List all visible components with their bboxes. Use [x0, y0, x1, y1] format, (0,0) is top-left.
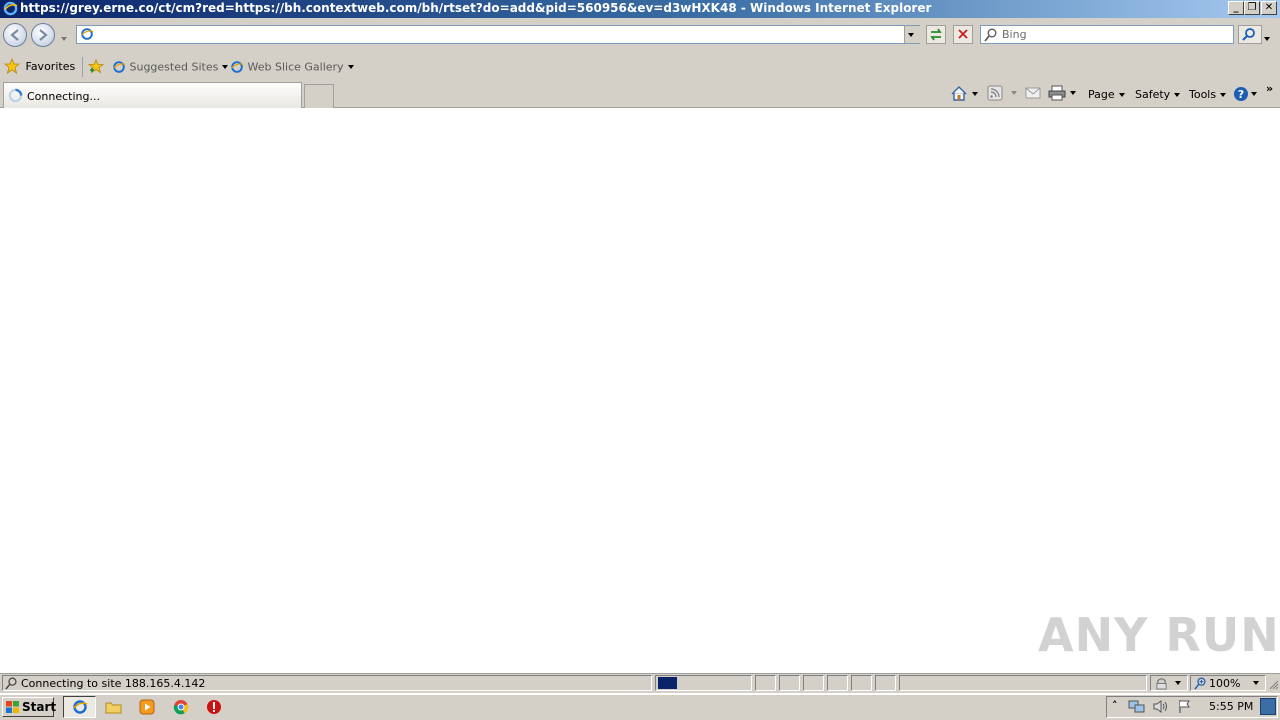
- media-player-icon[interactable]: [139, 699, 155, 715]
- safety-menu-label: Safety: [1135, 88, 1171, 101]
- tab-label: Connecting...: [27, 90, 100, 103]
- ie-page-icon: [81, 28, 94, 40]
- read-mail-button[interactable]: [1025, 86, 1041, 103]
- zoom-level: 100%: [1209, 677, 1241, 690]
- chrome-icon[interactable]: [173, 699, 189, 715]
- refresh-icon: [930, 28, 942, 41]
- stop-button[interactable]: [953, 25, 973, 44]
- zoom-control[interactable]: 100%: [1190, 675, 1266, 691]
- tools-menu[interactable]: Tools: [1189, 88, 1227, 101]
- favorites-star-icon: [3, 57, 21, 74]
- ie-page-icon: [231, 61, 244, 73]
- print-button[interactable]: [1048, 85, 1076, 101]
- favorites-divider: [82, 57, 83, 77]
- printer-icon: [1048, 85, 1066, 101]
- search-placeholder: Bing: [1002, 28, 1027, 41]
- address-bar[interactable]: [76, 25, 920, 44]
- address-dropdown-button[interactable]: [904, 26, 920, 43]
- suggested-sites-link[interactable]: Suggested Sites: [112, 60, 229, 74]
- action-center-flag-icon[interactable]: [1177, 699, 1192, 714]
- taskbar-ie-button[interactable]: [63, 696, 96, 718]
- search-button[interactable]: [1238, 25, 1262, 44]
- history-dropdown-arrow[interactable]: [61, 32, 67, 45]
- protected-mode-icon: [1156, 678, 1167, 690]
- address-input[interactable]: [97, 27, 897, 41]
- page-content: [0, 108, 1280, 672]
- chevron-more-icon[interactable]: »: [1266, 82, 1273, 95]
- status-panel: [755, 675, 776, 691]
- show-desktop-button[interactable]: [1260, 698, 1276, 715]
- page-menu-label: Page: [1088, 88, 1115, 101]
- status-panel: [899, 675, 1147, 691]
- antivirus-alert-icon[interactable]: [206, 699, 222, 715]
- safety-menu[interactable]: Safety: [1135, 88, 1181, 101]
- start-label: Start: [22, 700, 57, 714]
- progress-fill: [658, 677, 677, 689]
- new-tab-button[interactable]: [304, 84, 334, 108]
- zoom-icon: [1194, 677, 1206, 690]
- start-button[interactable]: Start: [2, 697, 57, 717]
- help-menu[interactable]: ?: [1233, 86, 1257, 102]
- back-button[interactable]: [3, 23, 27, 47]
- minimize-button[interactable]: _: [1228, 1, 1244, 15]
- web-slice-gallery-label: Web Slice Gallery: [247, 60, 344, 74]
- home-button[interactable]: [950, 85, 978, 102]
- show-hidden-icons-icon[interactable]: ˄: [1112, 699, 1118, 712]
- search-magnifier-icon: [984, 28, 997, 42]
- status-panel: [779, 675, 800, 691]
- file-explorer-icon[interactable]: [105, 699, 122, 715]
- window-title: https://grey.erne.co/ct/cm?red=https://b…: [20, 1, 932, 15]
- home-icon: [951, 86, 967, 101]
- status-panel: [875, 675, 896, 691]
- resize-grip-icon[interactable]: [1268, 679, 1279, 690]
- add-to-favorites-icon[interactable]: [88, 58, 105, 74]
- back-arrow-icon: [10, 29, 19, 41]
- status-text-panel: Connecting to site 188.165.4.142: [2, 675, 652, 691]
- mail-icon: [1025, 87, 1041, 99]
- network-icon[interactable]: [1128, 699, 1145, 714]
- forward-arrow-icon: [39, 29, 48, 41]
- status-text: Connecting to site 188.165.4.142: [21, 677, 206, 690]
- close-button[interactable]: ✕: [1261, 1, 1277, 15]
- tab-connecting[interactable]: Connecting...: [3, 82, 302, 108]
- refresh-button[interactable]: [926, 25, 946, 44]
- favorites-button[interactable]: Favorites: [3, 57, 76, 74]
- status-panel: [851, 675, 872, 691]
- favorites-label: Favorites: [25, 59, 76, 73]
- ie-page-icon: [113, 61, 126, 73]
- clock[interactable]: 5:55 PM: [1209, 700, 1253, 713]
- suggested-sites-label: Suggested Sites: [129, 60, 219, 74]
- protected-mode-panel[interactable]: [1150, 675, 1188, 691]
- search-magnifier-icon: [5, 677, 17, 690]
- taskbar: [0, 694, 1280, 720]
- ie-logo-icon: [3, 1, 18, 16]
- restore-button[interactable]: ❐: [1244, 1, 1260, 15]
- tools-menu-label: Tools: [1189, 88, 1217, 101]
- web-slice-gallery-link[interactable]: Web Slice Gallery: [230, 60, 354, 74]
- loading-spinner-icon: [8, 88, 23, 103]
- watermark-logo: ANY RUN: [1038, 608, 1280, 662]
- status-panel: [827, 675, 848, 691]
- volume-icon[interactable]: [1152, 699, 1169, 714]
- search-options-arrow[interactable]: [1264, 32, 1270, 45]
- status-panel: [803, 675, 824, 691]
- feeds-button[interactable]: [987, 85, 1017, 101]
- rss-feed-icon: [987, 85, 1003, 101]
- search-icon: [1242, 28, 1255, 41]
- help-icon: ?: [1234, 87, 1248, 101]
- ie-logo-icon: [73, 700, 88, 714]
- svg-text:?: ?: [1238, 88, 1244, 101]
- forward-button[interactable]: [31, 23, 55, 47]
- stop-icon: [958, 29, 968, 39]
- windows-logo-icon: [6, 701, 19, 713]
- page-menu[interactable]: Page: [1088, 88, 1125, 101]
